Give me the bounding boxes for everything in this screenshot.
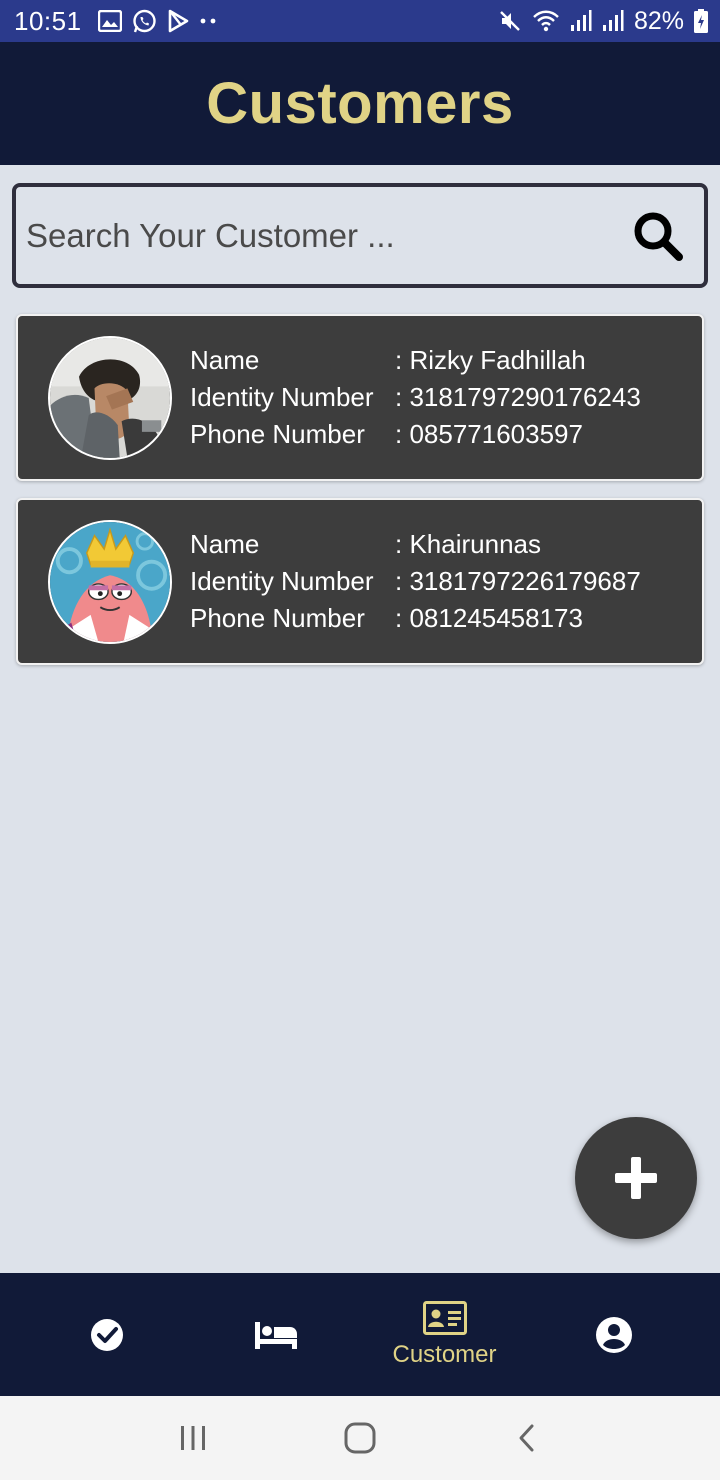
customer-phone: : 081245458173 <box>395 603 583 633</box>
identity-row: Identity Number : 3181797226179687 <box>190 563 641 600</box>
add-customer-button[interactable] <box>575 1117 697 1239</box>
wifi-icon <box>532 9 560 33</box>
nav-item-checklist[interactable] <box>32 1280 182 1390</box>
avatar <box>48 519 172 644</box>
recents-button[interactable] <box>163 1408 223 1468</box>
customer-phone: : 085771603597 <box>395 419 583 449</box>
app-header: Customers <box>0 42 720 165</box>
page-title: Customers <box>206 71 514 136</box>
nav-item-customer[interactable]: Customer <box>370 1280 520 1390</box>
customer-info: Name : Rizky Fadhillah Identity Number :… <box>190 342 641 453</box>
identity-label: Identity Number <box>190 566 374 596</box>
mute-icon <box>498 9 522 33</box>
battery-percent: 82% <box>633 6 684 35</box>
identity-label: Identity Number <box>190 382 374 412</box>
status-right: 82% <box>498 7 708 36</box>
customer-info: Name : Khairunnas Identity Number : 3181… <box>190 526 641 637</box>
search-bar <box>12 183 708 288</box>
check-circle-icon <box>90 1318 123 1351</box>
plus-icon <box>615 1157 657 1199</box>
customer-identity: : 3181797226179687 <box>395 566 641 596</box>
nav-label-customer: Customer <box>392 1340 497 1368</box>
search-input[interactable] <box>26 216 630 255</box>
image-icon <box>97 10 122 32</box>
search-button[interactable] <box>630 208 686 264</box>
customer-card[interactable]: Name : Khairunnas Identity Number : 3181… <box>16 498 704 665</box>
customer-card[interactable]: Name : Rizky Fadhillah Identity Number :… <box>16 314 704 481</box>
system-navigation <box>0 1396 720 1480</box>
cartoon-king-photo <box>50 521 170 642</box>
name-row: Name : Khairunnas <box>190 526 641 563</box>
id-card-icon <box>422 1300 467 1335</box>
status-time: 10:51 <box>14 5 82 36</box>
phone-row: Phone Number : 085771603597 <box>190 416 641 453</box>
signal-icon <box>570 9 592 33</box>
nav-item-account[interactable] <box>539 1280 689 1390</box>
status-bar: 10:51 82% <box>0 0 720 42</box>
name-label: Name <box>190 529 260 559</box>
more-dots-icon <box>199 17 219 25</box>
customer-name: : Khairunnas <box>395 529 541 559</box>
customer-list: Name : Rizky Fadhillah Identity Number :… <box>16 314 704 682</box>
signal-icon <box>602 9 624 33</box>
bottom-navigation: Customer <box>0 1273 720 1396</box>
whatsapp-icon <box>132 9 157 34</box>
home-button[interactable] <box>330 1408 390 1468</box>
search-icon <box>634 212 683 261</box>
name-row: Name : Rizky Fadhillah <box>190 342 641 379</box>
customer-identity: : 3181797290176243 <box>395 382 641 412</box>
nav-item-rooms[interactable] <box>201 1280 351 1390</box>
person-photo <box>50 337 170 458</box>
phone-row: Phone Number : 081245458173 <box>190 600 641 637</box>
back-button[interactable] <box>497 1408 557 1468</box>
status-left: 10:51 <box>14 6 219 37</box>
recents-icon <box>181 1426 206 1450</box>
avatar <box>48 335 172 460</box>
home-icon <box>344 1422 376 1454</box>
account-circle-icon <box>595 1316 632 1353</box>
play-store-icon <box>167 9 189 33</box>
phone-label: Phone Number <box>190 419 365 449</box>
battery-icon <box>694 9 708 33</box>
customer-name: : Rizky Fadhillah <box>395 345 586 375</box>
identity-row: Identity Number : 3181797290176243 <box>190 379 641 416</box>
bed-icon <box>254 1321 297 1349</box>
phone-label: Phone Number <box>190 603 365 633</box>
name-label: Name <box>190 345 260 375</box>
back-icon <box>519 1424 534 1452</box>
